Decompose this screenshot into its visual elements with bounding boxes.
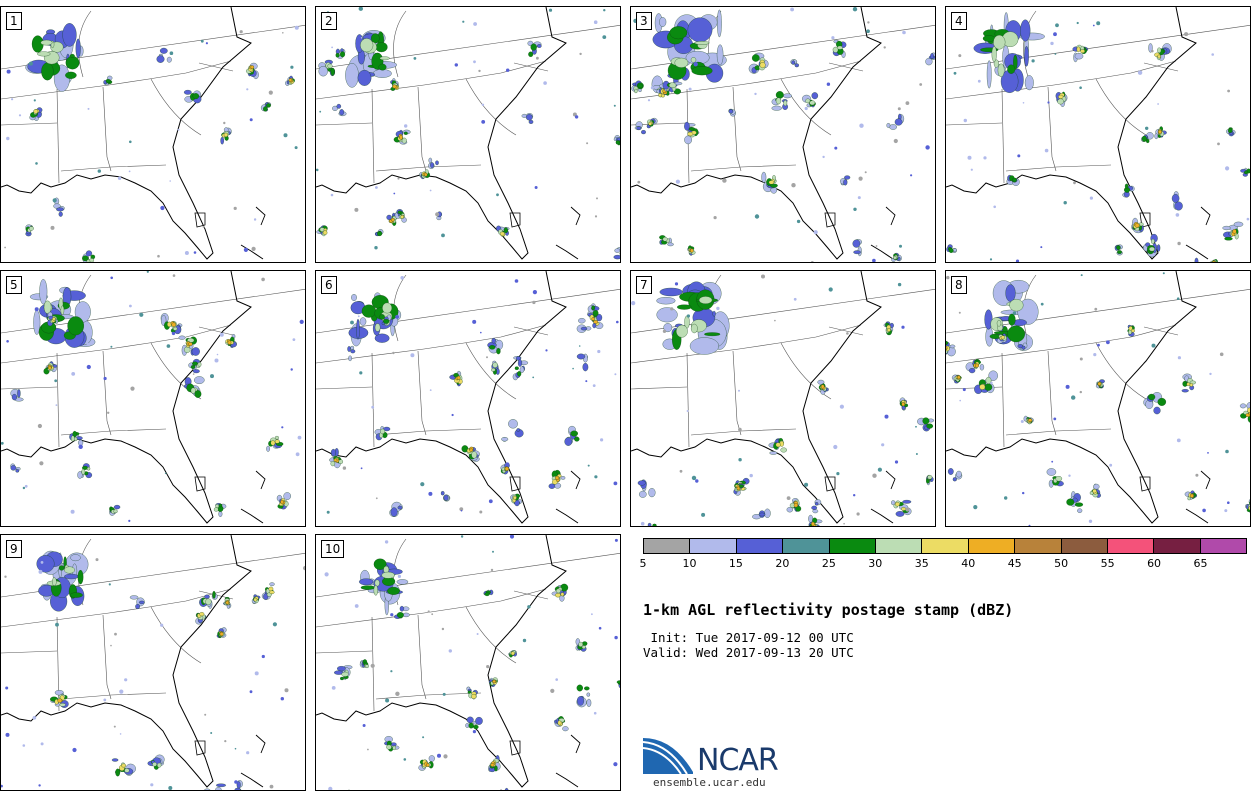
stamp-number: 4 [951, 12, 967, 30]
reflectivity-map [946, 7, 1250, 262]
stamp-number: 9 [6, 540, 22, 558]
valid-time: Valid: Wed 2017-09-13 20 UTC [643, 645, 854, 660]
stamp-number: 2 [321, 12, 337, 30]
colorbar-swatch [1107, 539, 1155, 553]
colorbar-swatch [783, 539, 830, 553]
reflectivity-map [631, 271, 935, 526]
stamp-panel-7: 7 [630, 270, 936, 527]
reflectivity-map [1, 271, 305, 524]
figure-title: 1-km AGL reflectivity postage stamp (dBZ… [643, 601, 1014, 619]
stamp-panel-1: 1 [0, 6, 306, 263]
colorbar-tick-label: 55 [1100, 557, 1115, 570]
colorbar-tick-label: 50 [1054, 557, 1069, 570]
logo-name: NCAR [697, 743, 779, 778]
reflectivity-map [316, 7, 620, 260]
colorbar-swatch [1061, 539, 1108, 553]
stamp-panel-6: 6 [315, 270, 621, 527]
reflectivity-map [1, 7, 305, 262]
reflectivity-map [631, 7, 935, 262]
colorbar-tick-label: 30 [868, 557, 883, 570]
colorbar-swatch [968, 539, 1016, 553]
stamp-number: 7 [636, 276, 652, 294]
reflectivity-map [946, 271, 1250, 526]
stamp-panel-4: 4 [945, 6, 1251, 263]
stamp-panel-9: 9 [0, 534, 306, 791]
colorbar-swatch [1200, 539, 1247, 553]
logo-url: ensemble.ucar.edu [653, 776, 766, 789]
colorbar-swatch [644, 539, 691, 553]
stamp-panel-10: 10 [315, 534, 621, 791]
colorbar-swatch [1015, 539, 1062, 553]
stamp-panel-5: 5 [0, 270, 306, 527]
colorbar-ticks: 5 10 15 20 25 30 35 40 45 50 55 60 65 [639, 557, 1247, 571]
reflectivity-colorbar [643, 538, 1247, 554]
stamp-number: 8 [951, 276, 967, 294]
colorbar-swatch [922, 539, 969, 553]
reflectivity-map [1, 535, 305, 790]
colorbar-tick-label: 20 [775, 557, 790, 570]
stamp-number: 10 [321, 540, 345, 558]
colorbar-swatch [875, 539, 923, 553]
colorbar-tick-label: 10 [682, 557, 697, 570]
colorbar-tick-label: 5 [639, 557, 647, 570]
colorbar-tick-label: 60 [1147, 557, 1162, 570]
stamp-panel-2: 2 [315, 6, 621, 263]
reflectivity-map [316, 535, 620, 790]
colorbar-swatch [1154, 539, 1201, 553]
colorbar-tick-label: 40 [961, 557, 976, 570]
init-time: Init: Tue 2017-09-12 00 UTC [643, 630, 854, 645]
colorbar-tick-label: 65 [1193, 557, 1208, 570]
reflectivity-map [316, 271, 620, 524]
stamp-panel-3: 3 [630, 6, 936, 263]
stamp-number: 6 [321, 276, 337, 294]
stamp-number: 1 [6, 12, 22, 30]
colorbar-swatch [690, 539, 737, 553]
colorbar-tick-label: 25 [821, 557, 836, 570]
stamp-number: 3 [636, 12, 652, 30]
colorbar-swatch [736, 539, 784, 553]
colorbar-swatch [829, 539, 876, 553]
colorbar-tick-label: 45 [1007, 557, 1022, 570]
colorbar-tick-label: 35 [914, 557, 929, 570]
stamp-panel-8: 8 [945, 270, 1251, 527]
colorbar-tick-label: 15 [728, 557, 743, 570]
stamp-number: 5 [6, 276, 22, 294]
